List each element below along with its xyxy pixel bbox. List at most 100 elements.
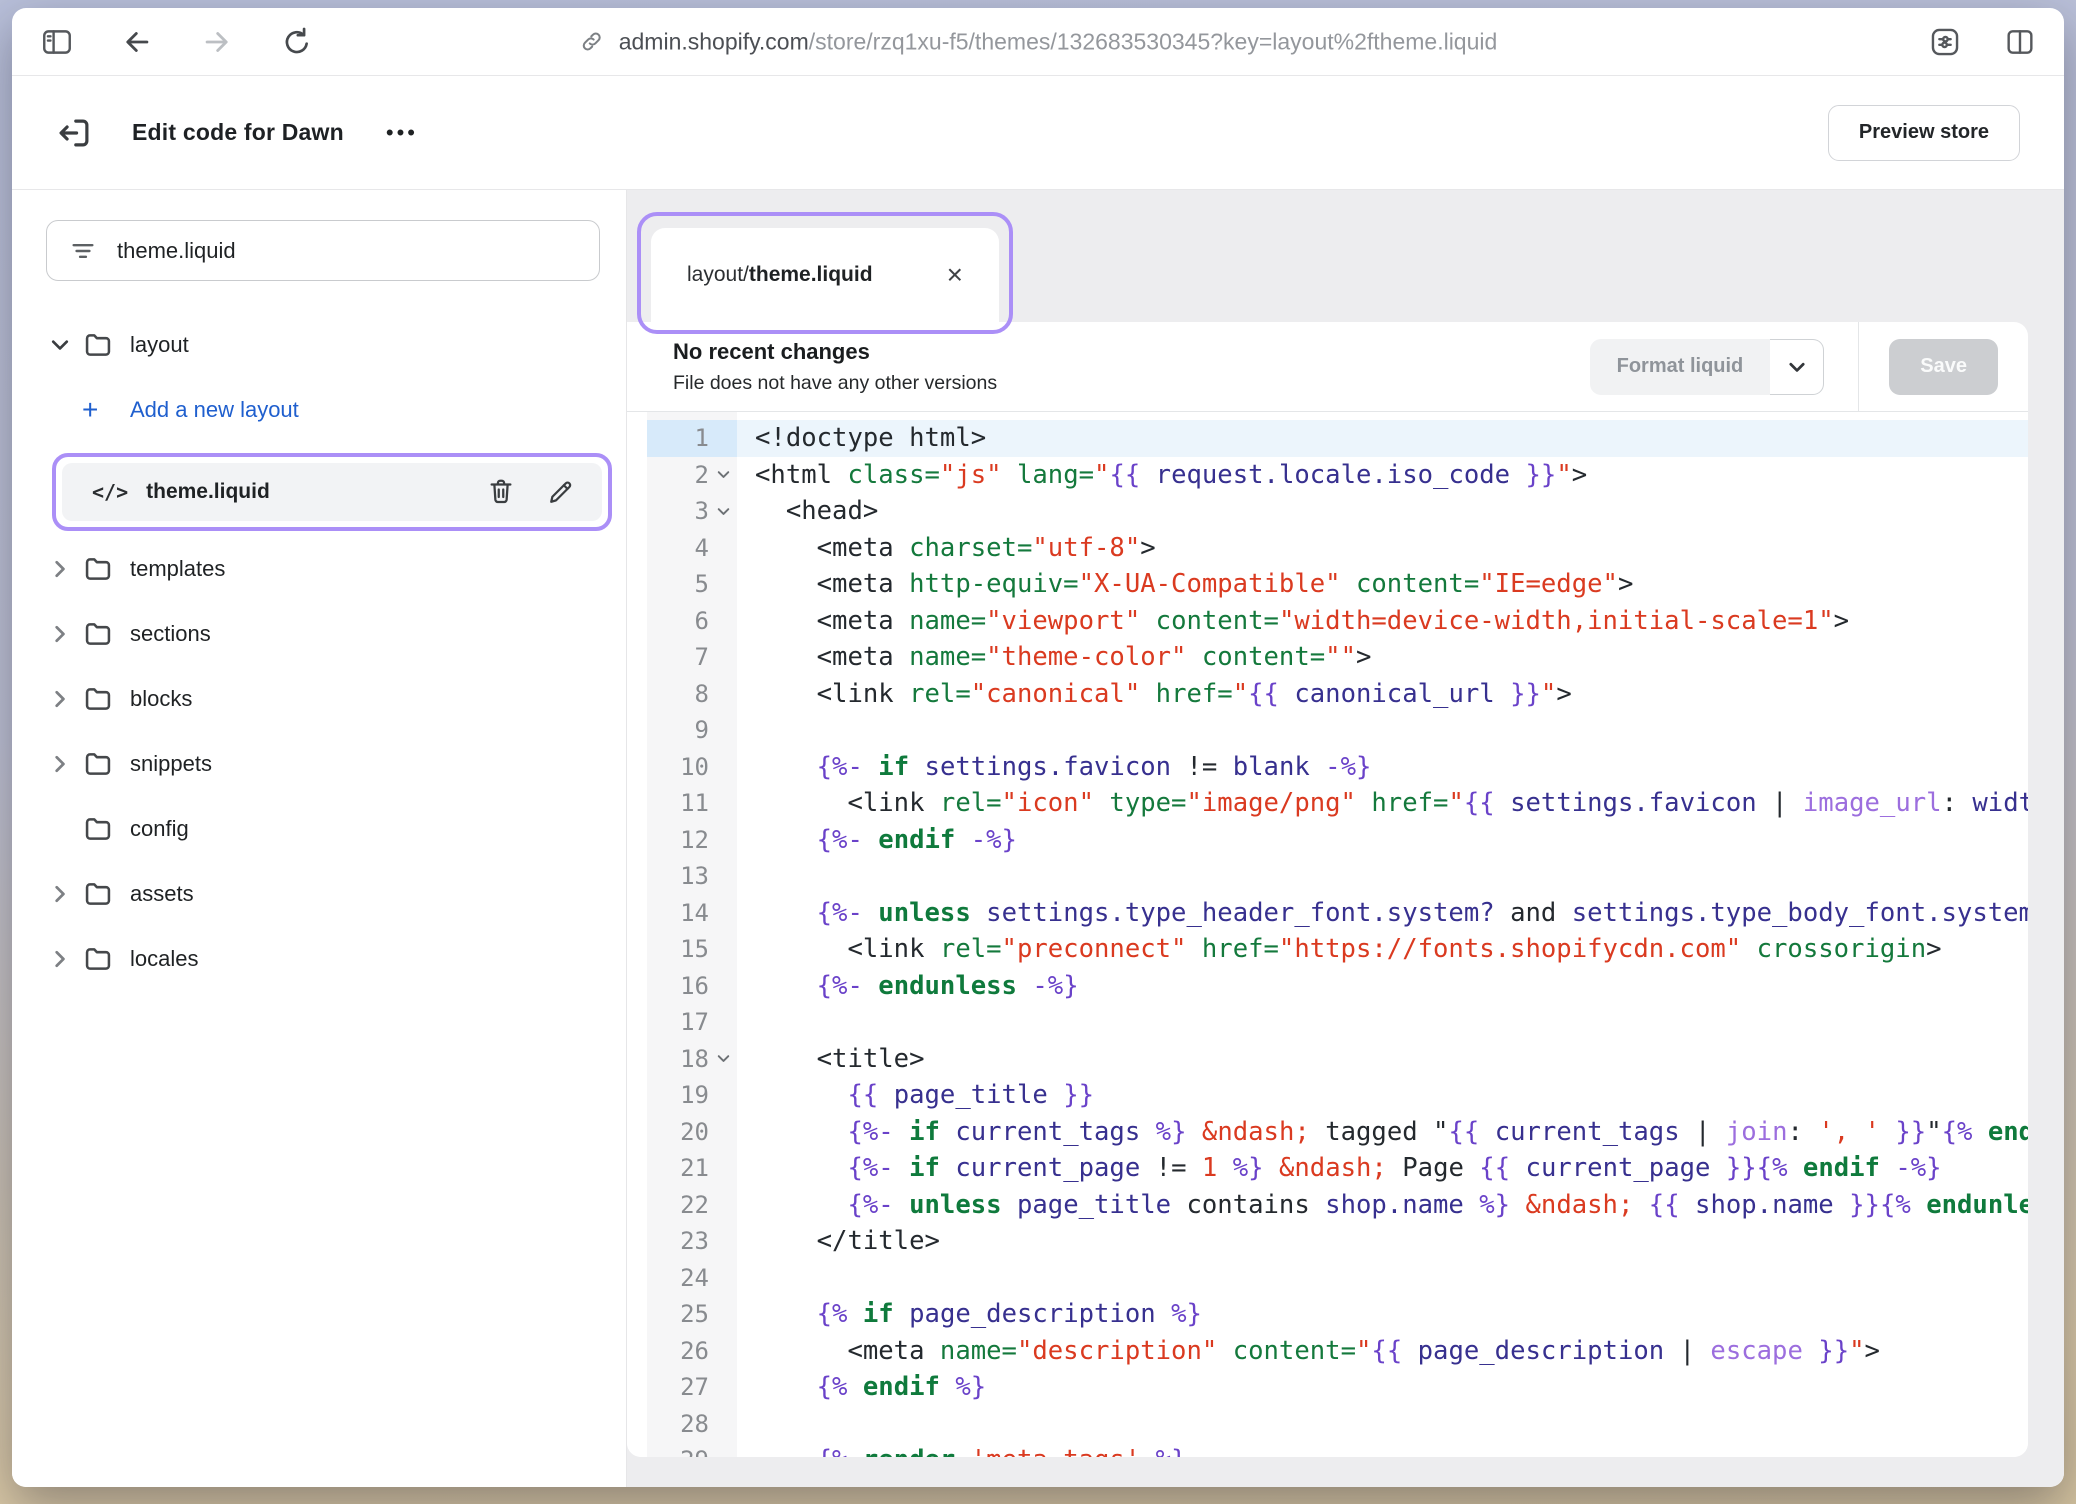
line-number-26: 26	[647, 1333, 737, 1370]
status-subtitle: File does not have any other versions	[673, 372, 1590, 395]
code-line-18[interactable]: <title>	[737, 1041, 2028, 1078]
page-title: Edit code for Dawn	[132, 119, 344, 146]
browser-toolbar: admin.shopify.com/store/rzq1xu-f5/themes…	[12, 8, 2064, 76]
line-number-6: 6	[647, 603, 737, 640]
line-number-17: 17	[647, 1004, 737, 1041]
more-actions-button[interactable]: •••	[382, 114, 422, 152]
line-number-29: 29	[647, 1442, 737, 1457]
code-line-12[interactable]: {%- endif -%}	[737, 822, 2028, 859]
code-line-16[interactable]: {%- endunless -%}	[737, 968, 2028, 1005]
code-line-11[interactable]: <link rel="icon" type="image/png" href="…	[737, 785, 2028, 822]
sidebar-item-templates[interactable]: templates	[12, 547, 626, 591]
line-number-gutter: 1234567891011121314151617181920212223242…	[647, 412, 737, 1457]
line-number-19: 19	[647, 1077, 737, 1114]
fold-chevron-icon[interactable]	[715, 1050, 732, 1067]
code-line-3[interactable]: <head>	[737, 493, 2028, 530]
close-icon[interactable]: ×	[947, 261, 963, 289]
code-line-9[interactable]	[737, 712, 2028, 749]
url-host: admin.shopify.com	[619, 28, 809, 54]
status-title: No recent changes	[673, 339, 1590, 365]
chevron-down-icon	[48, 333, 72, 357]
chevron-right-icon	[48, 622, 72, 646]
split-view-icon[interactable]	[2004, 26, 2036, 58]
search-input[interactable]	[117, 238, 577, 264]
url-path: /store/rzq1xu-f5/themes/132683530345?key…	[809, 28, 1498, 54]
code-line-21[interactable]: {%- if current_page != 1 %} &ndash; Page…	[737, 1150, 2028, 1187]
line-number-16: 16	[647, 968, 737, 1005]
sidebar-item-snippets[interactable]: snippets	[12, 742, 626, 786]
code-line-25[interactable]: {% if page_description %}	[737, 1296, 2028, 1333]
folder-icon	[82, 748, 114, 780]
line-number-12: 12	[647, 822, 737, 859]
code-line-7[interactable]: <meta name="theme-color" content="">	[737, 639, 2028, 676]
code-lines[interactable]: <!doctype html><html class="js" lang="{{…	[737, 412, 2028, 1457]
code-line-23[interactable]: </title>	[737, 1223, 2028, 1260]
code-line-27[interactable]: {% endif %}	[737, 1369, 2028, 1406]
format-dropdown-button[interactable]	[1770, 339, 1824, 395]
file-search-box[interactable]	[46, 220, 600, 281]
code-line-1[interactable]: <!doctype html>	[737, 420, 2028, 457]
selected-file-highlight: </> theme.liquid	[52, 453, 612, 531]
fold-chevron-icon[interactable]	[715, 466, 732, 483]
exit-editor-icon[interactable]	[56, 114, 94, 152]
sidebar-item-sections[interactable]: sections	[12, 612, 626, 656]
tab-theme-liquid[interactable]: layout/theme.liquid ×	[651, 228, 999, 322]
add-layout-button[interactable]: +Add a new layout	[12, 388, 626, 432]
delete-file-button[interactable]	[486, 477, 516, 507]
code-line-14[interactable]: {%- unless settings.type_header_font.sys…	[737, 895, 2028, 932]
code-line-13[interactable]	[737, 858, 2028, 895]
tab-strip: layout/theme.liquid ×	[627, 190, 2064, 322]
line-number-1: 1	[647, 420, 737, 457]
code-line-6[interactable]: <meta name="viewport" content="width=dev…	[737, 603, 2028, 640]
code-line-26[interactable]: <meta name="description" content="{{ pag…	[737, 1333, 2028, 1370]
tab-label: layout/theme.liquid	[687, 263, 873, 287]
code-line-15[interactable]: <link rel="preconnect" href="https://fon…	[737, 931, 2028, 968]
sidebar-item-layout[interactable]: layout	[12, 323, 626, 367]
sidebar-item-blocks[interactable]: blocks	[12, 677, 626, 721]
sidebar-item-theme-liquid[interactable]: </> theme.liquid	[62, 463, 602, 521]
code-editor[interactable]: 1234567891011121314151617181920212223242…	[627, 412, 2028, 1457]
format-liquid-button[interactable]: Format liquid	[1590, 339, 1771, 395]
code-line-8[interactable]: <link rel="canonical" href="{{ canonical…	[737, 676, 2028, 713]
back-icon[interactable]	[120, 25, 154, 59]
line-number-21: 21	[647, 1150, 737, 1187]
line-number-15: 15	[647, 931, 737, 968]
code-line-10[interactable]: {%- if settings.favicon != blank -%}	[737, 749, 2028, 786]
url-bar[interactable]: admin.shopify.com/store/rzq1xu-f5/themes…	[579, 28, 1498, 55]
code-line-17[interactable]	[737, 1004, 2028, 1041]
app-header: Edit code for Dawn ••• Preview store	[12, 76, 2064, 190]
sidebar-item-locales[interactable]: locales	[12, 937, 626, 981]
preview-store-button[interactable]: Preview store	[1828, 105, 2020, 161]
code-line-20[interactable]: {%- if current_tags %} &ndash; tagged "{…	[737, 1114, 2028, 1151]
save-button[interactable]: Save	[1889, 339, 1998, 395]
code-line-24[interactable]	[737, 1260, 2028, 1297]
fold-chevron-icon[interactable]	[715, 503, 732, 520]
code-line-22[interactable]: {%- unless page_title contains shop.name…	[737, 1187, 2028, 1224]
code-line-5[interactable]: <meta http-equiv="X-UA-Compatible" conte…	[737, 566, 2028, 603]
line-number-2: 2	[647, 457, 737, 494]
reload-icon[interactable]	[280, 25, 314, 59]
line-number-4: 4	[647, 530, 737, 567]
code-line-28[interactable]	[737, 1406, 2028, 1443]
code-line-2[interactable]: <html class="js" lang="{{ request.locale…	[737, 457, 2028, 494]
line-number-23: 23	[647, 1223, 737, 1260]
rename-file-button[interactable]	[546, 477, 576, 507]
sidebar-toggle-icon[interactable]	[40, 25, 74, 59]
sidebar-item-assets[interactable]: assets	[12, 872, 626, 916]
forward-icon[interactable]	[200, 25, 234, 59]
line-number-25: 25	[647, 1296, 737, 1333]
line-number-14: 14	[647, 895, 737, 932]
folder-icon	[82, 683, 114, 715]
chevron-down-icon	[1786, 356, 1808, 378]
filter-icon	[69, 237, 97, 265]
plus-icon: +	[82, 396, 130, 424]
line-number-5: 5	[647, 566, 737, 603]
page-settings-icon[interactable]	[1928, 25, 1962, 59]
editor-card-header: No recent changes File does not have any…	[627, 322, 2028, 412]
sidebar-item-config[interactable]: config	[12, 807, 626, 851]
link-icon	[579, 29, 605, 55]
code-line-4[interactable]: <meta charset="utf-8">	[737, 530, 2028, 567]
code-line-19[interactable]: {{ page_title }}	[737, 1077, 2028, 1114]
code-line-29[interactable]: {% render 'meta-tags' %}	[737, 1442, 2028, 1457]
chevron-right-icon	[48, 882, 72, 906]
